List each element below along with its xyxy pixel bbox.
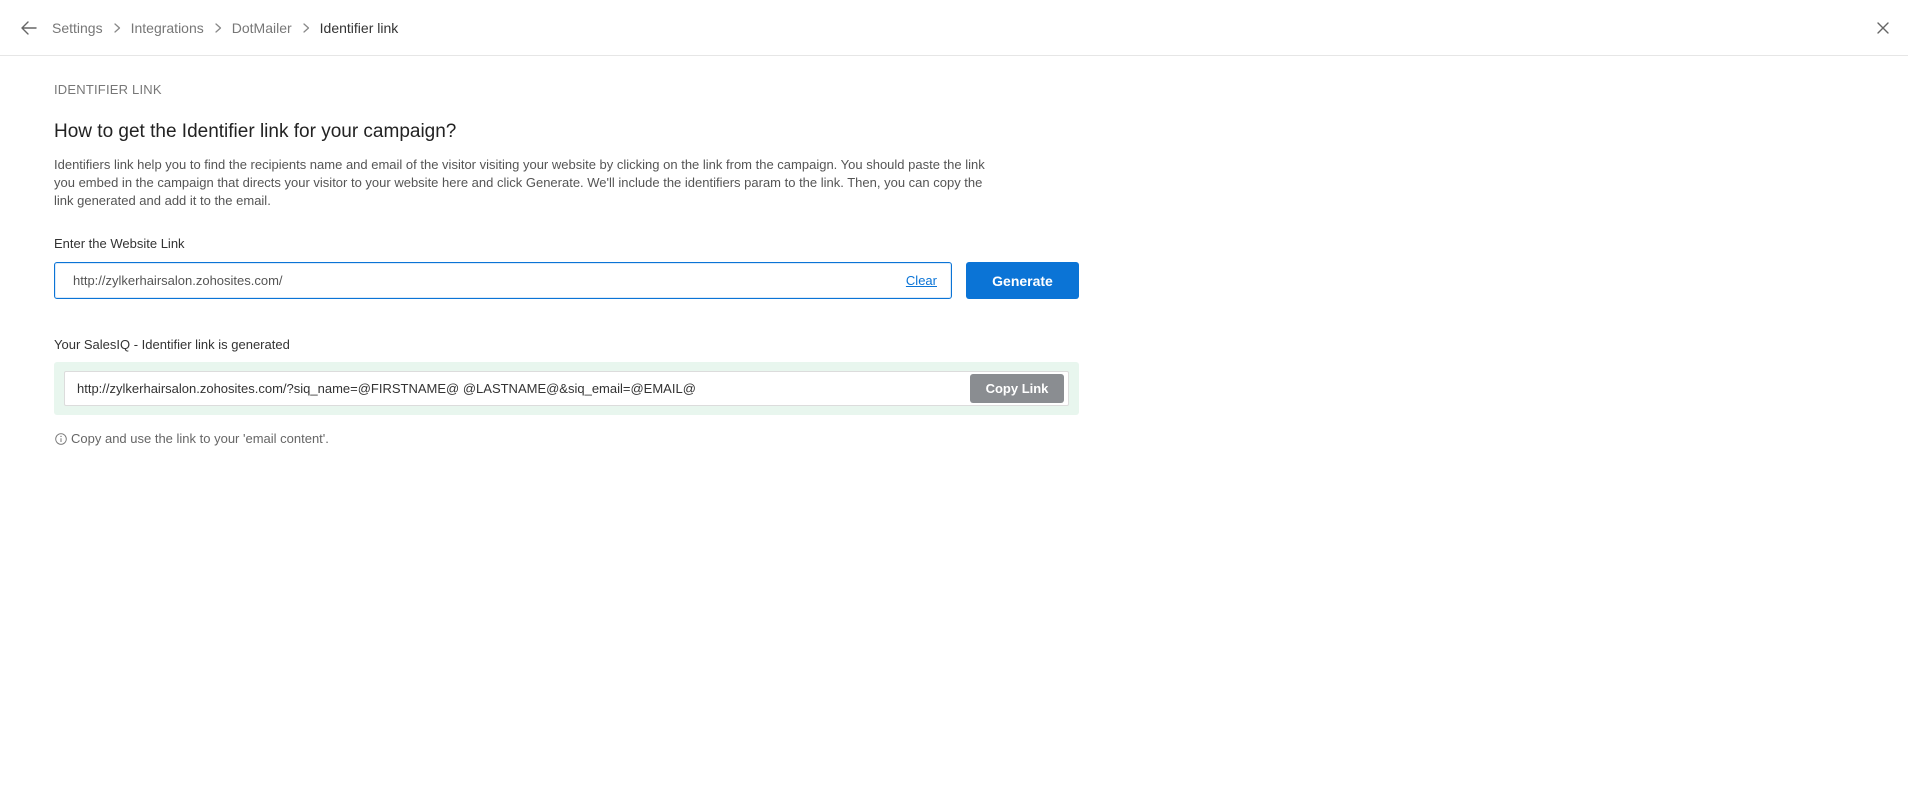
info-icon [54,432,67,445]
copy-link-button[interactable]: Copy Link [970,374,1064,403]
top-bar: Settings Integrations DotMailer Identifi… [0,0,1908,56]
generate-button[interactable]: Generate [966,262,1079,299]
website-link-input[interactable] [73,273,898,288]
generated-link-box: http://zylkerhairsalon.zohosites.com/?si… [54,362,1079,415]
generated-link-field: http://zylkerhairsalon.zohosites.com/?si… [64,371,1069,406]
chevron-right-icon [300,21,314,35]
website-link-row: Clear Generate [54,262,1908,299]
page-title: How to get the Identifier link for your … [54,121,457,142]
breadcrumb-integrations[interactable]: Integrations [131,20,204,36]
chevron-right-icon [111,21,125,35]
description: Identifiers link help you to find the re… [54,157,985,208]
info-note: Copy and use the link to your 'email con… [54,431,1908,446]
info-note-text: Copy and use the link to your 'email con… [71,431,329,446]
website-link-field: Clear [54,262,952,299]
breadcrumb-dotmailer[interactable]: DotMailer [232,20,292,36]
website-link-label: Enter the Website Link [54,236,185,251]
main-content: IDENTIFIER LINK How to get the Identifie… [0,82,1908,446]
breadcrumb: Settings Integrations DotMailer Identifi… [52,20,398,36]
breadcrumb-identifier-link: Identifier link [319,19,399,36]
chevron-right-icon [212,21,226,35]
back-arrow-icon[interactable] [18,17,40,39]
generated-link-text[interactable]: http://zylkerhairsalon.zohosites.com/?si… [77,381,970,396]
section-label: IDENTIFIER LINK [54,82,162,97]
breadcrumb-settings[interactable]: Settings [52,20,103,36]
clear-link[interactable]: Clear [906,273,937,288]
generated-link-label: Your SalesIQ - Identifier link is genera… [54,337,290,352]
close-icon[interactable] [1872,17,1894,39]
